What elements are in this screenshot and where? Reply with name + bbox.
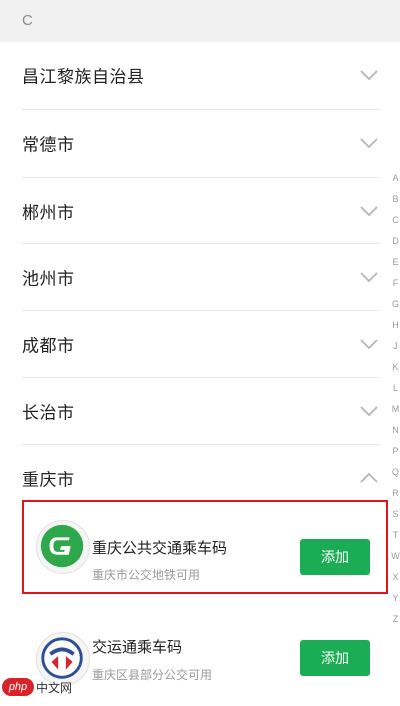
city-name: 成都市 bbox=[22, 336, 75, 357]
chevron-down-icon bbox=[360, 206, 378, 217]
add-button[interactable]: 添加 bbox=[300, 539, 370, 575]
index-letter[interactable]: C bbox=[391, 210, 400, 231]
index-letter[interactable]: P bbox=[391, 441, 400, 462]
index-letter[interactable]: F bbox=[391, 273, 400, 294]
index-letter[interactable]: J bbox=[391, 336, 400, 357]
city-name: 郴州市 bbox=[22, 203, 75, 224]
watermark-text: 中文网 bbox=[36, 681, 73, 695]
index-letter[interactable]: Q bbox=[391, 462, 400, 483]
card-subtitle: 重庆市公交地铁可用 bbox=[92, 568, 201, 582]
index-letter[interactable]: G bbox=[391, 294, 400, 315]
index-letter[interactable]: W bbox=[391, 546, 400, 567]
section-letter: C bbox=[22, 12, 33, 29]
watermark-badge: php bbox=[2, 678, 34, 696]
city-name: 池州市 bbox=[22, 269, 75, 290]
card-title: 交运通乘车码 bbox=[92, 638, 183, 656]
index-letter[interactable]: A bbox=[391, 168, 400, 189]
city-row-changjiang[interactable]: 昌江黎族自治县 bbox=[0, 42, 400, 108]
transit-g-logo-icon bbox=[36, 520, 90, 574]
city-name: 昌江黎族自治县 bbox=[22, 67, 145, 88]
city-row-changzhi[interactable]: 长治市 bbox=[0, 378, 400, 444]
index-letter[interactable]: Y bbox=[391, 588, 400, 609]
index-letter[interactable]: X bbox=[391, 567, 400, 588]
index-letter[interactable]: L bbox=[391, 378, 400, 399]
city-row-chizhou[interactable]: 池州市 bbox=[0, 244, 400, 310]
city-row-changde[interactable]: 常德市 bbox=[0, 110, 400, 176]
card-subtitle: 重庆区县部分公交可用 bbox=[92, 668, 213, 682]
card-chongqing-public-transit[interactable]: 重庆公共交通乘车码 重庆市公交地铁可用 添加 bbox=[22, 500, 388, 594]
php-watermark-logo: php 中文网 bbox=[2, 677, 84, 697]
chevron-up-icon bbox=[360, 472, 378, 483]
index-letter[interactable]: K bbox=[391, 357, 400, 378]
city-row-chenzhou[interactable]: 郴州市 bbox=[0, 178, 400, 244]
chevron-down-icon bbox=[360, 406, 378, 417]
alphabet-index-bar[interactable]: ABCDEFGHJKLMNPQRSTWXYZ bbox=[391, 168, 400, 630]
index-letter[interactable]: S bbox=[391, 504, 400, 525]
add-button[interactable]: 添加 bbox=[300, 640, 370, 676]
index-letter[interactable]: R bbox=[391, 483, 400, 504]
city-name: 长治市 bbox=[22, 403, 75, 424]
city-name: 重庆市 bbox=[22, 470, 75, 491]
chevron-down-icon bbox=[360, 70, 378, 81]
index-letter[interactable]: M bbox=[391, 399, 400, 420]
index-letter[interactable]: T bbox=[391, 525, 400, 546]
index-letter[interactable]: Z bbox=[391, 609, 400, 630]
city-row-chengdu[interactable]: 成都市 bbox=[0, 311, 400, 377]
city-name: 常德市 bbox=[22, 135, 75, 156]
chevron-down-icon bbox=[360, 138, 378, 149]
index-letter[interactable]: H bbox=[391, 315, 400, 336]
chevron-down-icon bbox=[360, 272, 378, 283]
index-letter[interactable]: N bbox=[391, 420, 400, 441]
section-header: C bbox=[0, 0, 400, 42]
card-title: 重庆公共交通乘车码 bbox=[92, 539, 228, 557]
chevron-down-icon bbox=[360, 339, 378, 350]
index-letter[interactable]: B bbox=[391, 189, 400, 210]
index-letter[interactable]: D bbox=[391, 231, 400, 252]
index-letter[interactable]: E bbox=[391, 252, 400, 273]
